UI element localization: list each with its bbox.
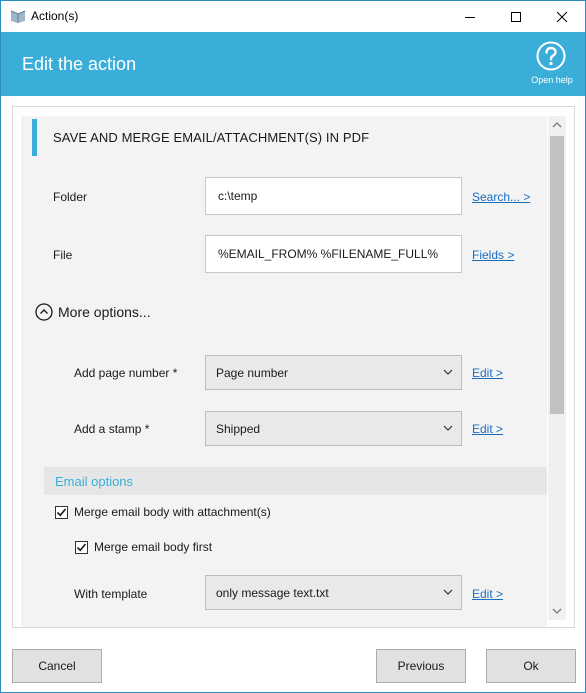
folder-input[interactable]	[205, 177, 462, 215]
checkmark-icon	[76, 542, 87, 551]
maximize-button[interactable]	[493, 1, 539, 32]
previous-button[interactable]: Previous	[376, 649, 466, 683]
checkmark-icon	[56, 507, 67, 516]
chevron-down-icon	[443, 369, 453, 375]
merge-first-checkbox-row[interactable]: Merge email body first	[75, 540, 212, 554]
email-options-title: Email options	[55, 474, 134, 489]
stamp-edit-link[interactable]: Edit >	[472, 422, 503, 436]
folder-search-link[interactable]: Search... >	[472, 190, 530, 204]
merge-body-checkbox[interactable]	[55, 505, 68, 519]
help-label: Open help	[531, 75, 573, 85]
chevron-down-icon	[443, 425, 453, 431]
page-title: Edit the action	[22, 54, 137, 74]
scroll-up-button[interactable]	[548, 116, 566, 134]
file-input[interactable]	[205, 235, 462, 273]
open-help-button[interactable]: Open help	[527, 41, 579, 93]
section-title: SAVE AND MERGE EMAIL/ATTACHMENT(S) IN PD…	[53, 130, 370, 145]
template-value: only message text.txt	[216, 585, 329, 600]
window-title: Action(s)	[31, 9, 79, 23]
minimize-icon	[465, 16, 475, 18]
scrollbar-thumb[interactable]	[550, 136, 564, 414]
merge-first-checkbox[interactable]	[75, 540, 88, 554]
ok-button[interactable]: Ok	[486, 649, 576, 683]
more-options-label: More options...	[58, 304, 151, 320]
close-button[interactable]	[539, 1, 585, 32]
merge-body-checkbox-row[interactable]: Merge email body with attachment(s)	[55, 505, 271, 519]
page-number-value: Page number	[216, 365, 289, 380]
stamp-value: Shipped	[216, 421, 261, 436]
dialog-window: Action(s) Edit the action Open help SAVE…	[0, 0, 586, 693]
chevron-up-circle-icon	[35, 303, 53, 321]
merge-first-label: Merge email body first	[94, 540, 213, 554]
template-label: With template	[74, 587, 148, 601]
content-panel: SAVE AND MERGE EMAIL/ATTACHMENT(S) IN PD…	[12, 106, 575, 628]
folder-label: Folder	[53, 190, 88, 204]
app-icon	[10, 9, 26, 23]
page-number-label: Add page number *	[74, 366, 178, 380]
merge-body-label: Merge email body with attachment(s)	[74, 505, 271, 519]
page-header: Edit the action Open help	[1, 32, 585, 96]
template-edit-link[interactable]: Edit >	[472, 587, 503, 601]
page-number-select[interactable]: Page number	[205, 355, 462, 390]
stamp-select[interactable]: Shipped	[205, 411, 462, 446]
file-fields-link[interactable]: Fields >	[472, 248, 514, 262]
file-label: File	[53, 248, 73, 262]
minimize-button[interactable]	[447, 1, 493, 32]
help-icon	[536, 41, 566, 71]
chevron-down-icon	[552, 608, 562, 614]
close-icon	[556, 11, 568, 22]
email-options-header: Email options	[44, 467, 547, 495]
more-options-toggle[interactable]: More options...	[35, 303, 151, 321]
maximize-icon	[511, 11, 521, 22]
cancel-button[interactable]: Cancel	[12, 649, 102, 683]
scroll-down-button[interactable]	[548, 602, 566, 620]
stamp-label: Add a stamp *	[74, 422, 150, 436]
chevron-up-icon	[552, 122, 562, 128]
section-accent-bar	[32, 119, 37, 156]
chevron-down-icon	[443, 589, 453, 595]
vertical-scrollbar[interactable]	[548, 116, 566, 620]
template-select[interactable]: only message text.txt	[205, 575, 462, 610]
title-bar: Action(s)	[1, 1, 585, 32]
page-number-edit-link[interactable]: Edit >	[472, 366, 503, 380]
